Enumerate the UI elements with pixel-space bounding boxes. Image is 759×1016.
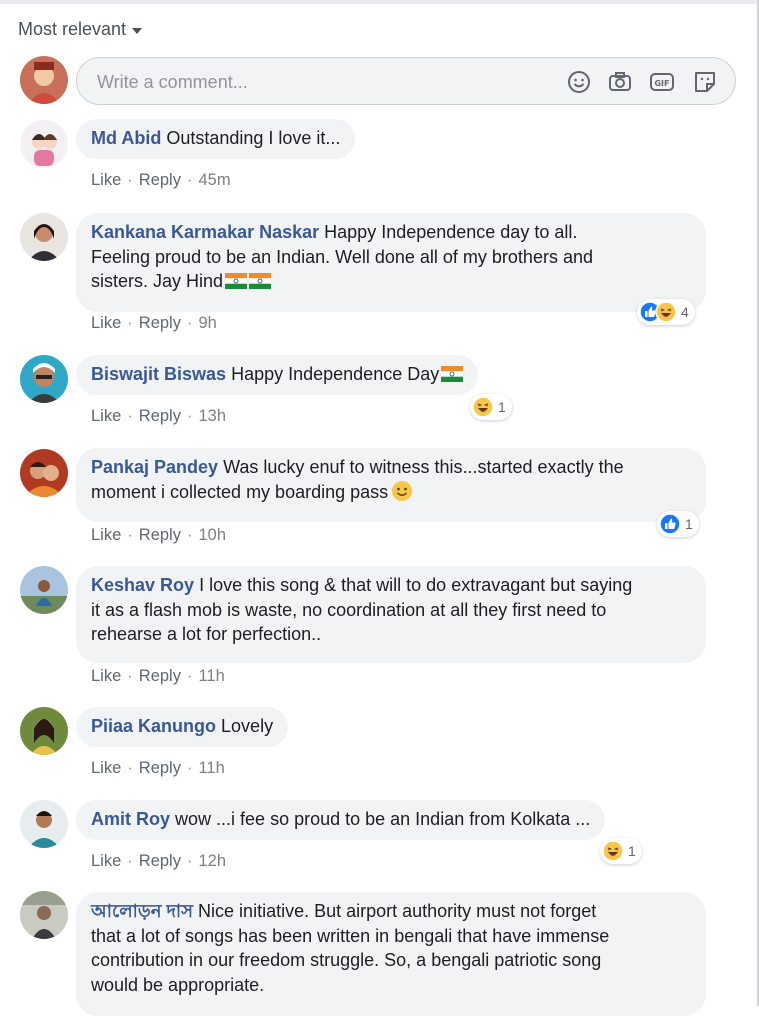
reaction-summary[interactable]: 4 xyxy=(637,299,695,325)
sticker-icon[interactable] xyxy=(692,69,718,95)
comment-text-line: contribution in our freedom struggle. So… xyxy=(91,950,602,970)
india-flag-icon xyxy=(249,273,272,289)
comment-text-line: moment i collected my boarding pass xyxy=(91,481,389,502)
comment-bubble: আলোড়ন দাস Nice initiative. But airport … xyxy=(76,892,706,1016)
commenter-avatar[interactable] xyxy=(20,213,68,261)
comment-actions: Like · Reply · 11h xyxy=(91,667,225,685)
comment-author[interactable]: Md Abid xyxy=(91,128,161,148)
commenter-avatar[interactable] xyxy=(20,120,68,168)
reaction-count: 1 xyxy=(685,516,693,532)
comment-author[interactable]: Pankaj Pandey xyxy=(91,457,218,477)
comment-actions: Like · Reply · 10h xyxy=(91,526,226,544)
svg-text:GIF: GIF xyxy=(654,79,669,88)
reaction-summary[interactable]: 1 xyxy=(657,511,699,537)
commenter-avatar[interactable] xyxy=(20,800,68,848)
like-link[interactable]: Like xyxy=(91,526,121,544)
reply-link[interactable]: Reply xyxy=(139,759,181,777)
haha-icon xyxy=(602,840,624,862)
comment-actions: Like · Reply · 9h xyxy=(91,314,217,332)
top-border xyxy=(0,0,759,4)
reply-link[interactable]: Reply xyxy=(139,667,181,685)
comment-actions: Like · Reply · 45m xyxy=(91,171,231,189)
camera-icon[interactable] xyxy=(607,69,633,95)
comment-author[interactable]: Biswajit Biswas xyxy=(91,364,226,384)
like-link[interactable]: Like xyxy=(91,171,121,189)
india-flag-icon xyxy=(441,366,464,382)
reply-link[interactable]: Reply xyxy=(139,852,181,870)
comment-bubble: Kankana Karmakar Naskar Happy Independen… xyxy=(76,213,706,312)
comment-text-line: would be appropriate. xyxy=(91,974,265,995)
comment-time[interactable]: 12h xyxy=(198,852,226,870)
comment-author[interactable]: Piiaa Kanungo xyxy=(91,716,216,736)
comment-text: wow ...i fee so proud to be an Indian fr… xyxy=(175,809,591,829)
comment-bubble: Piiaa Kanungo Lovely xyxy=(76,707,289,747)
comment-time[interactable]: 10h xyxy=(198,526,226,544)
comment-bubble: Keshav Roy I love this song & that will … xyxy=(76,566,706,663)
commenter-avatar[interactable] xyxy=(20,891,68,939)
comment-time[interactable]: 11h xyxy=(198,759,224,777)
comment-actions: Like · Reply · 13h xyxy=(91,407,226,425)
comment-time[interactable]: 11h xyxy=(198,667,224,685)
comment-text-line: Nice initiative. But airport authority m… xyxy=(198,901,597,921)
comment-bubble: Biswajit Biswas Happy Independence Day xyxy=(76,355,479,395)
reply-link[interactable]: Reply xyxy=(139,171,181,189)
caret-down-icon xyxy=(132,27,143,34)
comment-text-line: sisters. Jay Hind xyxy=(91,271,224,291)
reaction-count: 1 xyxy=(628,843,636,859)
commenter-avatar[interactable] xyxy=(20,355,68,403)
comment-text-line: Feeling proud to be an Indian. Well done… xyxy=(91,246,593,267)
like-link[interactable]: Like xyxy=(91,314,121,332)
reply-link[interactable]: Reply xyxy=(139,314,181,332)
comment-text-line: rehearse a lot for perfection.. xyxy=(91,624,322,644)
comment-text: Happy Independence Day xyxy=(231,364,440,384)
comment-text-line: it as a flash mob is waste, no coordinat… xyxy=(91,599,607,620)
comment-author[interactable]: Amit Roy xyxy=(91,809,170,829)
reaction-count: 1 xyxy=(498,399,506,415)
comment-bubble: Amit Roy wow ...i fee so proud to be an … xyxy=(76,800,606,840)
comment-text-line: Was lucky enuf to witness this...started… xyxy=(223,457,624,477)
comment-text: Lovely xyxy=(221,716,274,736)
reply-link[interactable]: Reply xyxy=(139,526,181,544)
commenter-avatar[interactable] xyxy=(20,449,68,497)
smile-emoji-icon xyxy=(391,480,413,502)
comment-author[interactable]: Keshav Roy xyxy=(91,575,194,595)
comment-time[interactable]: 45m xyxy=(198,171,230,189)
comment-composer[interactable]: GIF xyxy=(76,57,736,105)
reaction-summary[interactable]: 1 xyxy=(470,394,512,420)
haha-icon xyxy=(655,301,677,323)
comment-time[interactable]: 13h xyxy=(198,407,226,425)
haha-icon xyxy=(472,396,494,418)
comment-text-line: I love this song & that will to do extra… xyxy=(199,575,633,595)
like-link[interactable]: Like xyxy=(91,407,121,425)
like-link[interactable]: Like xyxy=(91,759,121,777)
comment-input[interactable] xyxy=(95,67,539,97)
comment-bubble: Md Abid Outstanding I love it... xyxy=(76,119,356,159)
commenter-avatar[interactable] xyxy=(20,707,68,755)
comment-time[interactable]: 9h xyxy=(198,314,216,332)
current-user-avatar[interactable] xyxy=(20,56,68,104)
like-link[interactable]: Like xyxy=(91,852,121,870)
comment-text-line: Happy Independence day to all. xyxy=(324,222,578,242)
emoji-icon[interactable] xyxy=(566,69,592,95)
comment-actions: Like · Reply · 11h xyxy=(91,759,225,777)
comment-text-line: that a lot of songs has been written in … xyxy=(91,925,610,946)
comment-author[interactable]: Kankana Karmakar Naskar xyxy=(91,222,319,242)
reaction-count: 4 xyxy=(681,304,689,320)
commenter-avatar[interactable] xyxy=(20,566,68,614)
reply-link[interactable]: Reply xyxy=(139,407,181,425)
like-link[interactable]: Like xyxy=(91,667,121,685)
like-icon xyxy=(659,513,681,535)
comment-actions: Like · Reply · 12h xyxy=(91,852,226,870)
comment-bubble: Pankaj Pandey Was lucky enuf to witness … xyxy=(76,448,706,522)
sort-label: Most relevant xyxy=(18,19,127,39)
comment-text: Outstanding I love it... xyxy=(166,128,341,148)
reaction-summary[interactable]: 1 xyxy=(600,838,642,864)
gif-icon[interactable]: GIF xyxy=(649,69,675,95)
sort-dropdown[interactable]: Most relevant xyxy=(18,19,143,40)
india-flag-icon xyxy=(225,273,248,289)
comment-author[interactable]: আলোড়ন দাস xyxy=(91,901,193,921)
